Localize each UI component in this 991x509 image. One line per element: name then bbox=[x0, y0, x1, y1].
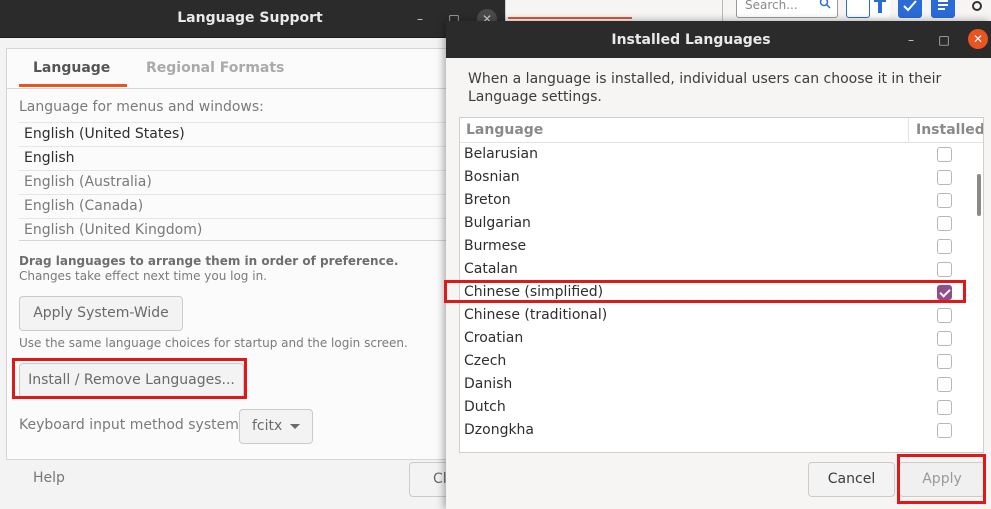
table-header: Language Installed bbox=[460, 118, 983, 143]
active-tab-indicator bbox=[19, 84, 127, 87]
language-name: Danish bbox=[464, 376, 513, 392]
toolbar-separator bbox=[722, 0, 723, 22]
close-icon[interactable]: ✕ bbox=[968, 29, 988, 49]
language-name: Bosnian bbox=[464, 169, 520, 185]
table-row[interactable]: Catalan bbox=[460, 258, 983, 281]
list-item[interactable]: English bbox=[19, 146, 490, 171]
installed-checkbox[interactable] bbox=[937, 262, 952, 277]
table-row[interactable]: Belarusian bbox=[460, 143, 983, 166]
tab-regional-formats[interactable]: Regional Formats bbox=[146, 60, 284, 76]
calendar-icon[interactable] bbox=[846, 0, 870, 18]
highlight-install-button bbox=[12, 358, 247, 399]
text-format-icon[interactable] bbox=[870, 0, 890, 18]
installed-checkbox[interactable] bbox=[937, 216, 952, 231]
dialog-description: When a language is installed, individual… bbox=[468, 71, 942, 105]
installed-checkbox[interactable] bbox=[937, 170, 952, 185]
highlight-chinese-simplified-row bbox=[444, 280, 966, 303]
table-row[interactable]: Breton bbox=[460, 189, 983, 212]
language-support-titlebar: Language Support – □ ✕ bbox=[0, 0, 505, 38]
scrollbar-thumb[interactable] bbox=[977, 174, 981, 216]
settings-icon[interactable] bbox=[968, 0, 986, 14]
table-row[interactable]: Croatian bbox=[460, 327, 983, 350]
keyboard-input-dropdown[interactable]: fcitx bbox=[239, 409, 313, 444]
chevron-down-icon bbox=[290, 424, 300, 429]
note-icon[interactable] bbox=[931, 0, 955, 18]
language-name: Burmese bbox=[464, 238, 527, 254]
table-row[interactable]: Danish bbox=[460, 373, 983, 396]
installed-languages-dialog: Installed Languages – □ ✕ When a languag… bbox=[446, 21, 991, 509]
installed-checkbox[interactable] bbox=[937, 423, 952, 438]
list-item[interactable]: English (Australia) bbox=[19, 170, 490, 195]
installed-checkbox[interactable] bbox=[937, 239, 952, 254]
installed-checkbox[interactable] bbox=[937, 354, 952, 369]
minimize-icon[interactable]: – bbox=[901, 30, 921, 50]
minimize-icon[interactable]: – bbox=[410, 9, 430, 29]
startup-hint: Use the same language choices for startu… bbox=[19, 336, 408, 350]
apply-system-wide-button[interactable]: Apply System-Wide bbox=[19, 296, 183, 331]
installed-checkbox[interactable] bbox=[937, 147, 952, 162]
list-item[interactable]: English (Canada) bbox=[19, 194, 490, 219]
installed-checkbox[interactable] bbox=[937, 400, 952, 415]
dialog-title: Installed Languages bbox=[611, 32, 771, 48]
language-name: Belarusian bbox=[464, 146, 538, 162]
close-button-label: Cl bbox=[433, 471, 447, 487]
table-row[interactable]: Bosnian bbox=[460, 166, 983, 189]
background-red-line bbox=[508, 17, 632, 19]
column-divider bbox=[908, 118, 909, 142]
dialog-titlebar: Installed Languages – □ ✕ bbox=[446, 21, 991, 58]
search-icon bbox=[819, 0, 831, 9]
language-name: Catalan bbox=[464, 261, 518, 277]
language-name: Dutch bbox=[464, 399, 506, 415]
list-item[interactable]: English (United Kingdom) bbox=[19, 218, 490, 243]
tab-language[interactable]: Language bbox=[33, 60, 110, 76]
list-item[interactable]: English (United States) bbox=[19, 122, 490, 147]
search-placeholder: Search... bbox=[745, 0, 798, 12]
checkbox-task-icon[interactable] bbox=[898, 0, 922, 18]
table-row[interactable]: Burmese bbox=[460, 235, 983, 258]
maximize-icon[interactable]: □ bbox=[934, 30, 954, 50]
table-row[interactable]: Bulgarian bbox=[460, 212, 983, 235]
background-search-input[interactable]: Search... bbox=[736, 0, 838, 18]
tab-bar: Language Regional Formats bbox=[6, 48, 502, 89]
installed-checkbox[interactable] bbox=[937, 331, 952, 346]
keyboard-input-label: Keyboard input method system: bbox=[19, 417, 244, 433]
table-row[interactable]: Chinese (traditional) bbox=[460, 304, 983, 327]
effect-hint: Changes take effect next time you log in… bbox=[19, 269, 267, 283]
table-row[interactable]: Dutch bbox=[460, 396, 983, 419]
language-name: Breton bbox=[464, 192, 511, 208]
language-name: Czech bbox=[464, 353, 507, 369]
language-name: Chinese (traditional) bbox=[464, 307, 608, 323]
cancel-button[interactable]: Cancel bbox=[808, 462, 895, 497]
highlight-apply-button bbox=[897, 454, 986, 504]
installed-checkbox[interactable] bbox=[937, 193, 952, 208]
language-name: Bulgarian bbox=[464, 215, 531, 231]
language-name: Croatian bbox=[464, 330, 524, 346]
dropdown-value: fcitx bbox=[252, 418, 283, 434]
language-support-window: Language Support – □ ✕ Language Regional… bbox=[0, 0, 506, 509]
language-name: Dzongkha bbox=[464, 422, 535, 438]
table-row[interactable]: Dzongkha bbox=[460, 419, 983, 442]
table-row[interactable]: Czech bbox=[460, 350, 983, 373]
language-list[interactable]: English (United States) English English … bbox=[19, 122, 490, 241]
column-header-language[interactable]: Language bbox=[466, 122, 543, 138]
column-header-installed[interactable]: Installed bbox=[916, 122, 983, 138]
installed-checkbox[interactable] bbox=[937, 308, 952, 323]
help-button[interactable]: Help bbox=[33, 470, 65, 486]
section-label: Language for menus and windows: bbox=[19, 99, 264, 115]
installed-checkbox[interactable] bbox=[937, 377, 952, 392]
drag-hint: Drag languages to arrange them in order … bbox=[19, 254, 399, 268]
